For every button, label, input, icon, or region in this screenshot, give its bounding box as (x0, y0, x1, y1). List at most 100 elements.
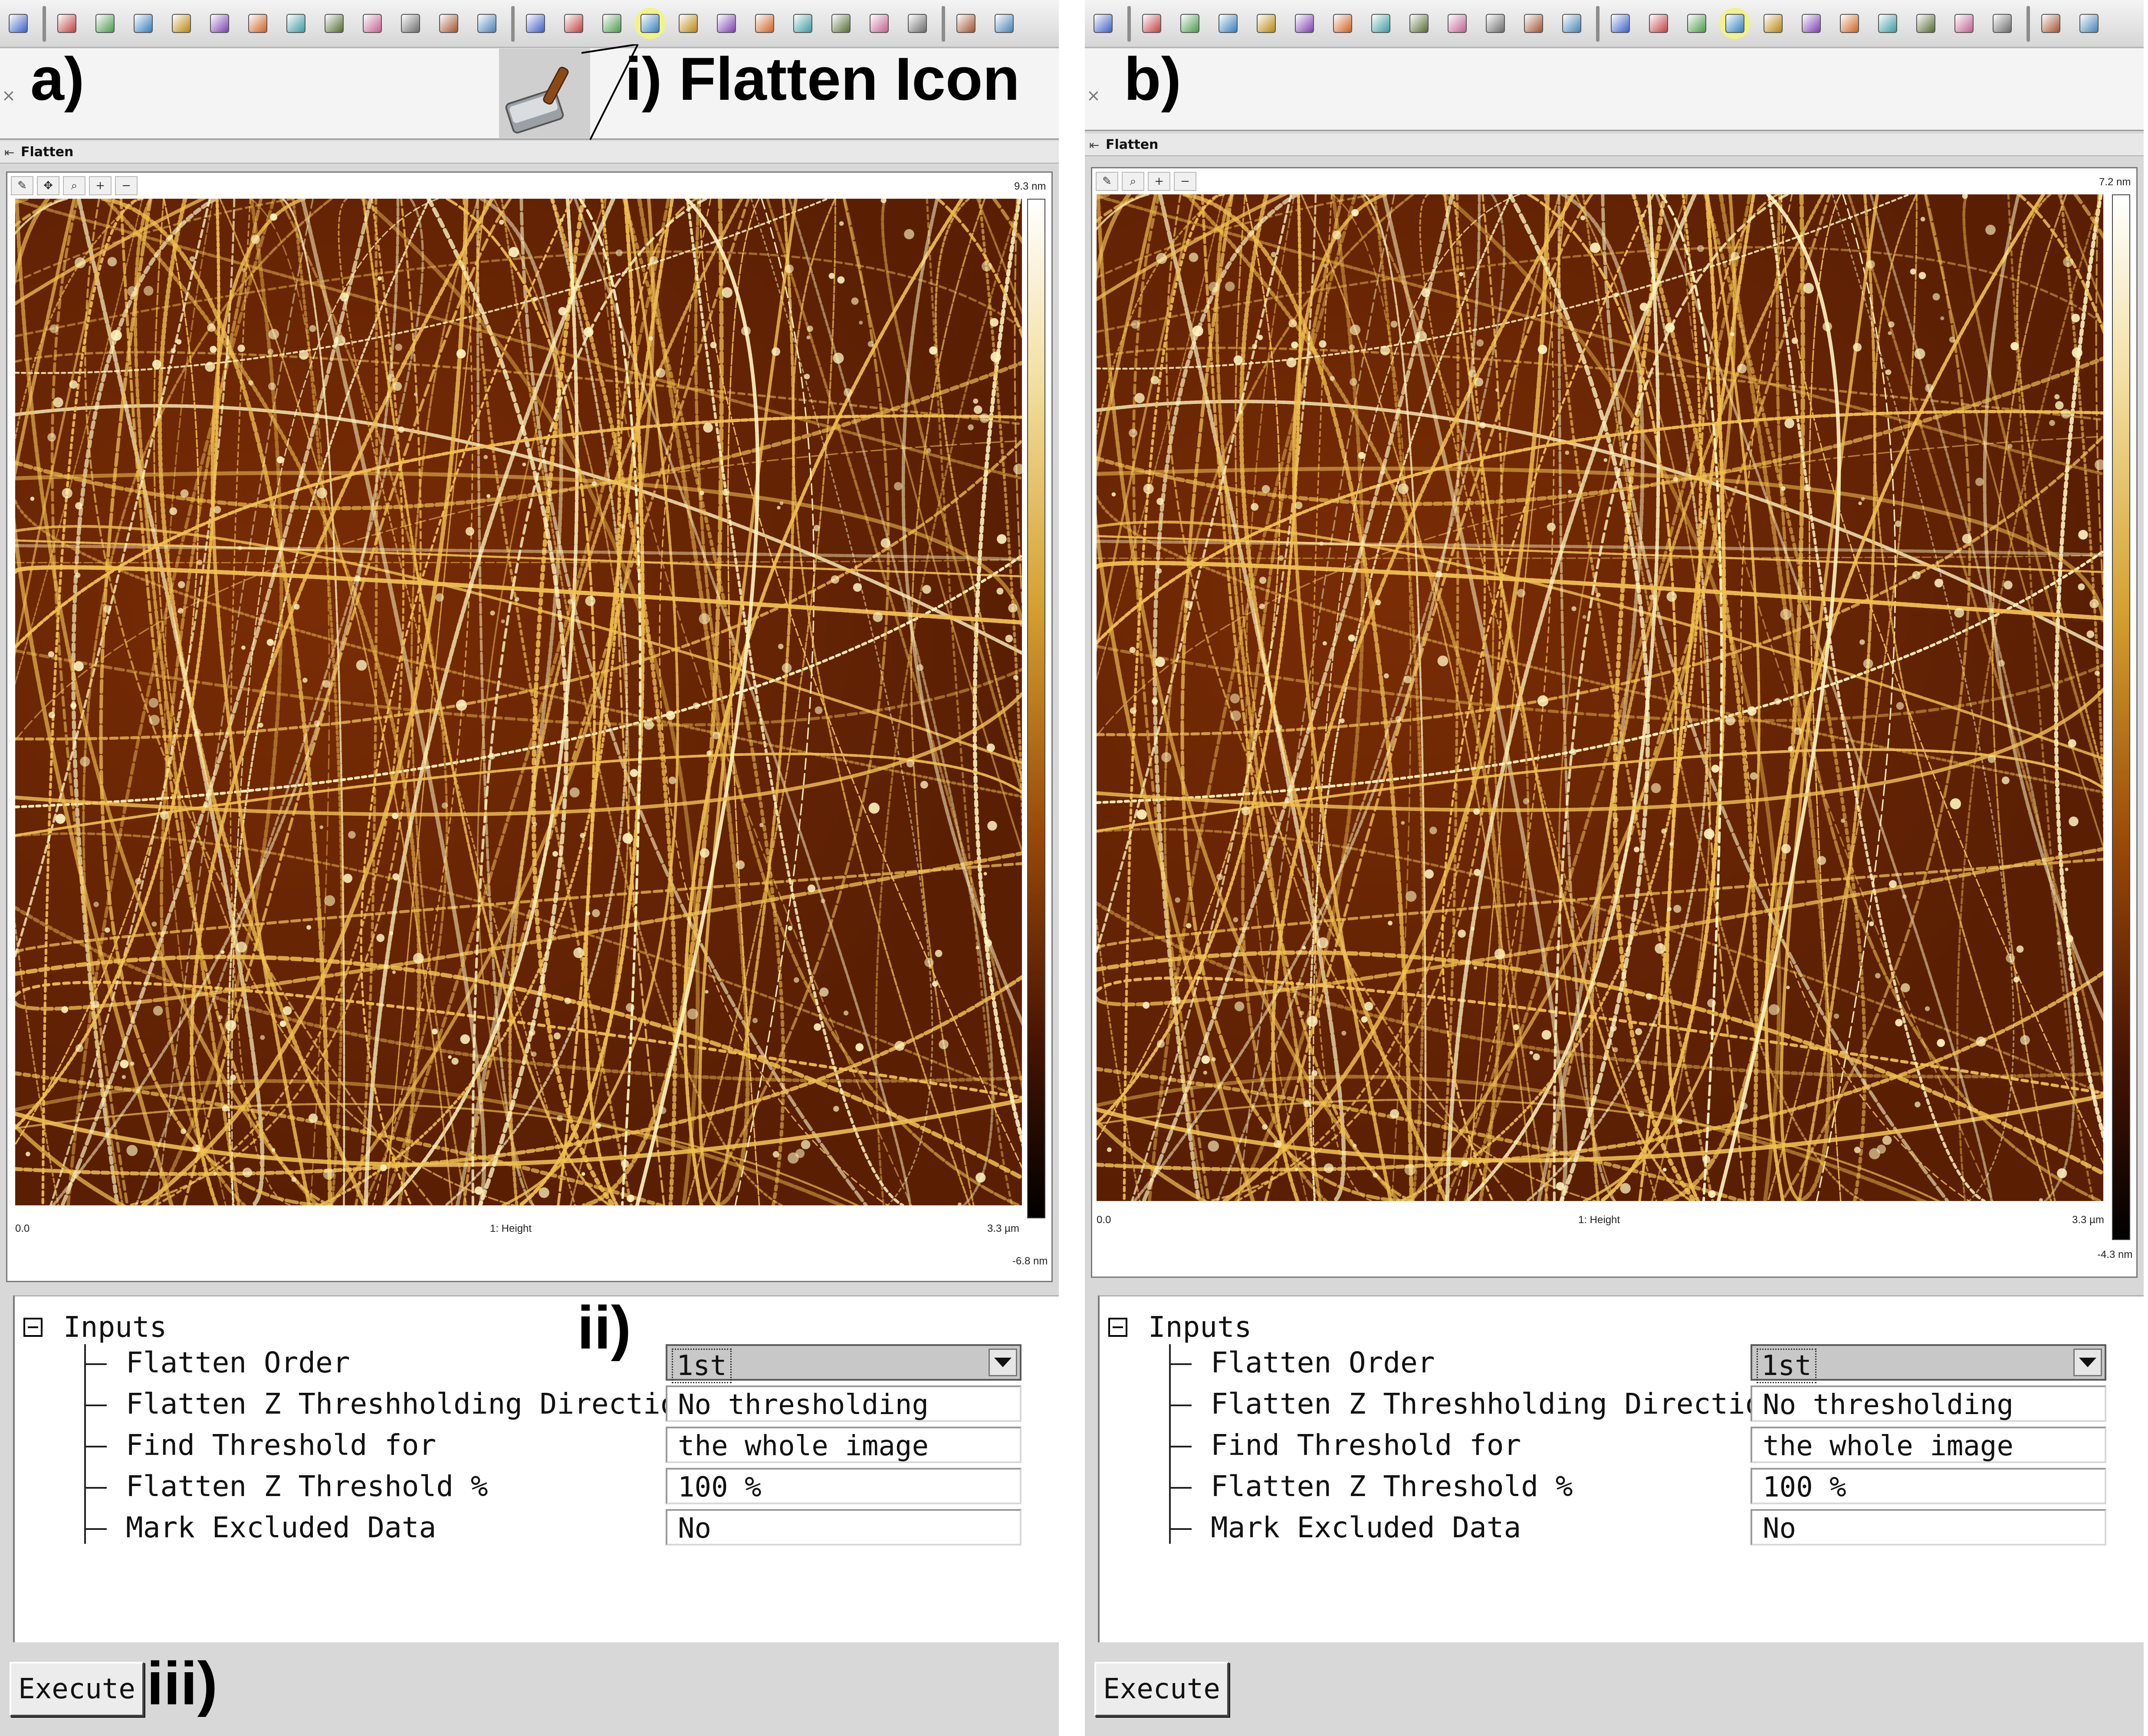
grid-analysis-icon[interactable] (711, 8, 742, 39)
param-row-threshold-direction: Flatten Z Threshholding Direction No thr… (84, 1385, 1048, 1424)
zoom-in-icon[interactable]: + (1148, 172, 1170, 191)
execute-button[interactable]: Execute (1094, 1662, 1229, 1716)
filter-funnel-icon[interactable] (1757, 8, 1789, 39)
chevron-down-icon[interactable] (2073, 1349, 2102, 1376)
pan-icon[interactable]: ✥ (37, 176, 59, 195)
param-row-flatten-order: Flatten Order 1st (84, 1344, 1048, 1383)
inputs-title: Inputs (1148, 1310, 1252, 1344)
toolbar-separator (942, 6, 945, 42)
zoom-out-icon[interactable]: − (115, 176, 138, 195)
mark-excluded-field[interactable]: No (666, 1509, 1021, 1546)
filter-funnel-icon[interactable] (673, 8, 704, 39)
filter-funnel-2-icon[interactable] (1834, 8, 1865, 39)
line-tool-icon[interactable] (520, 8, 551, 39)
filter-funnel-3-icon[interactable] (1872, 8, 1903, 39)
filter-funnel-3-icon[interactable] (787, 8, 818, 39)
afm-height-image[interactable] (1097, 194, 2103, 1201)
zoom-out-icon[interactable]: − (1174, 172, 1196, 191)
pin-icon[interactable]: ⇤ (4, 145, 14, 160)
spectrum-icon[interactable] (280, 8, 312, 39)
undo-icon[interactable] (864, 8, 895, 39)
collapse-icon[interactable] (1108, 1317, 1127, 1337)
threshold-percent-field[interactable]: 100 % (1751, 1468, 2106, 1504)
depth-icon[interactable] (1442, 8, 1473, 39)
section-icon[interactable] (319, 8, 350, 39)
grid-icon[interactable] (51, 8, 82, 39)
flatten-icon[interactable] (1719, 8, 1751, 39)
flatten-order-select[interactable]: 1st (666, 1344, 1021, 1383)
zoom-icon[interactable]: ⌕ (63, 176, 85, 195)
flatten-3d-icon[interactable] (1212, 8, 1244, 39)
crop-icon[interactable] (1643, 8, 1674, 39)
help-icon[interactable] (1087, 8, 1119, 39)
step-icon[interactable] (1518, 8, 1549, 39)
brush-icon[interactable] (1681, 8, 1712, 39)
step-icon[interactable] (433, 8, 464, 39)
pin-icon[interactable]: ⇤ (1089, 138, 1099, 152)
close-icon[interactable]: × (2, 86, 16, 105)
zoom-in-icon[interactable]: + (89, 176, 112, 195)
afm-height-image[interactable] (15, 199, 1022, 1205)
window-title-bar: ⇤ Flatten (1085, 134, 2144, 156)
help-icon[interactable] (3, 8, 34, 39)
close-icon[interactable]: × (1087, 86, 1100, 105)
label-strip: × b) (1085, 49, 2144, 131)
rotate-icon[interactable] (471, 8, 503, 39)
layout-icon[interactable] (950, 8, 982, 39)
spectrum-icon[interactable] (1365, 8, 1396, 39)
section-icon[interactable] (1403, 8, 1435, 39)
ruler-icon[interactable]: ✎ (1096, 172, 1118, 191)
render-3d-icon[interactable] (825, 8, 857, 39)
page-icon[interactable] (2073, 8, 2105, 39)
execute-button[interactable]: Execute (10, 1662, 144, 1716)
flatten-3d-icon[interactable] (128, 8, 159, 39)
threshold-direction-field[interactable]: No thresholding (666, 1385, 1021, 1422)
plane-fit-icon[interactable] (89, 8, 121, 39)
rotate-icon[interactable] (1556, 8, 1587, 39)
flatten-order-select[interactable]: 1st (1751, 1344, 2106, 1383)
bearing-icon[interactable] (1480, 8, 1511, 39)
panel-letter: b) (1124, 45, 1182, 113)
fire-icon[interactable] (242, 8, 273, 39)
filter-icon[interactable] (1289, 8, 1320, 39)
flatten-icon[interactable] (634, 8, 666, 39)
bearing-icon[interactable] (395, 8, 426, 39)
line-tool-icon[interactable] (1605, 8, 1636, 39)
filter-icon[interactable] (204, 8, 235, 39)
layout-icon[interactable] (2035, 8, 2066, 39)
block-icon[interactable] (166, 8, 197, 39)
brush-icon[interactable] (596, 8, 627, 39)
param-label: Flatten Order (1211, 1346, 1435, 1379)
mark-excluded-field[interactable]: No (1751, 1509, 2106, 1546)
fibril-texture (1097, 194, 2103, 1201)
collapse-icon[interactable] (23, 1317, 43, 1337)
grid-analysis-icon[interactable] (1796, 8, 1827, 39)
plane-fit-icon[interactable] (1174, 8, 1205, 39)
depth-icon[interactable] (357, 8, 388, 39)
inputs-title: Inputs (63, 1310, 167, 1344)
render-3d-icon[interactable] (1910, 8, 1941, 39)
axis-start-label: 0.0 (15, 1223, 30, 1234)
fire-icon[interactable] (1327, 8, 1358, 39)
block-icon[interactable] (1251, 8, 1282, 39)
ruler-icon[interactable]: ✎ (11, 176, 33, 195)
param-value: No (678, 1513, 712, 1545)
page-icon[interactable] (989, 8, 1020, 39)
inputs-callout: ii) (577, 1293, 631, 1362)
grid-icon[interactable] (1136, 8, 1167, 39)
inputs-header: Inputs (1108, 1310, 1251, 1344)
param-value: No (1763, 1513, 1797, 1545)
crop-icon[interactable] (558, 8, 589, 39)
undo-icon[interactable] (1948, 8, 1980, 39)
filter-funnel-2-icon[interactable] (749, 8, 780, 39)
window-title: Flatten (1106, 137, 1159, 152)
threshold-direction-field[interactable]: No thresholding (1751, 1385, 2106, 1422)
chevron-down-icon[interactable] (989, 1349, 1017, 1376)
view-icon[interactable] (1987, 8, 2018, 39)
threshold-percent-field[interactable]: 100 % (666, 1468, 1021, 1504)
view-icon[interactable] (902, 8, 933, 39)
find-threshold-field[interactable]: the whole image (666, 1427, 1021, 1463)
zoom-icon[interactable]: ⌕ (1122, 172, 1144, 191)
param-label: Flatten Z Threshold % (1211, 1470, 1573, 1503)
find-threshold-field[interactable]: the whole image (1751, 1427, 2106, 1463)
